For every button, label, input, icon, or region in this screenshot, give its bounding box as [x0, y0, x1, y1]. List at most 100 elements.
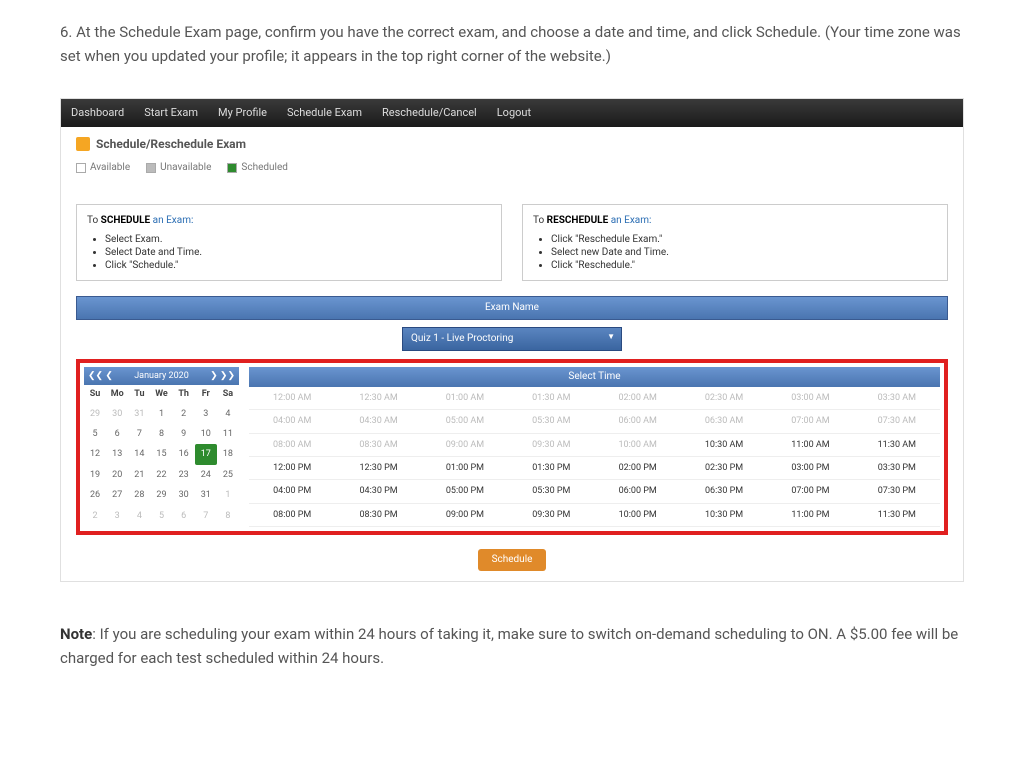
calendar-day[interactable]: 31 — [195, 485, 217, 505]
calendar-day[interactable]: 16 — [173, 444, 195, 464]
calendar-day[interactable]: 7 — [195, 506, 217, 526]
calendar-day[interactable]: 1 — [150, 404, 172, 424]
time-slot[interactable]: 01:30 PM — [508, 457, 594, 480]
calendar-day[interactable]: 3 — [106, 506, 128, 526]
calendar-day[interactable]: 18 — [217, 444, 239, 464]
calendar-day[interactable]: 29 — [84, 404, 106, 424]
time-slot[interactable]: 06:30 PM — [681, 480, 767, 503]
note-paragraph: Note: If you are scheduling your exam wi… — [60, 622, 964, 670]
time-slot[interactable]: 11:00 PM — [767, 504, 853, 527]
calendar-day[interactable]: 21 — [128, 465, 150, 485]
nav-item[interactable]: Reschedule/Cancel — [382, 104, 477, 122]
time-slot[interactable]: 08:30 PM — [335, 504, 421, 527]
nav-item[interactable]: Logout — [497, 104, 531, 122]
nav-item[interactable]: Start Exam — [144, 104, 198, 122]
calendar-day[interactable]: 27 — [106, 485, 128, 505]
nav-bar: Dashboard Start Exam My Profile Schedule Ex… — [61, 99, 963, 127]
calendar-day[interactable]: 2 — [84, 506, 106, 526]
legend: Available Unavailable Scheduled — [76, 160, 948, 176]
calendar-day[interactable]: 30 — [173, 485, 195, 505]
time-slot: 09:30 AM — [508, 434, 594, 457]
time-slot: 04:30 AM — [335, 410, 421, 433]
calendar-day[interactable]: 20 — [106, 465, 128, 485]
calendar-day[interactable]: 8 — [217, 506, 239, 526]
calendar-month: January 2020 — [134, 369, 189, 383]
nav-item[interactable]: My Profile — [218, 104, 267, 122]
calendar-day[interactable]: 22 — [150, 465, 172, 485]
schedule-instructions: To SCHEDULE an Exam: Select Exam.Select … — [76, 204, 502, 281]
time-slot[interactable]: 02:00 PM — [595, 457, 681, 480]
time-slot: 05:30 AM — [508, 410, 594, 433]
time-slot[interactable]: 08:00 PM — [249, 504, 335, 527]
time-slot[interactable]: 01:00 PM — [422, 457, 508, 480]
calendar-day[interactable]: 1 — [217, 485, 239, 505]
time-slot[interactable]: 05:30 PM — [508, 480, 594, 503]
calendar-day[interactable]: 19 — [84, 465, 106, 485]
panel-title: Schedule/Reschedule Exam — [76, 135, 948, 154]
calendar-day[interactable]: 3 — [195, 404, 217, 424]
exam-dropdown[interactable]: Quiz 1 - Live Proctoring — [402, 327, 622, 351]
calendar-day[interactable]: 11 — [217, 424, 239, 444]
panel-title-text: Schedule/Reschedule Exam — [96, 135, 246, 154]
time-slot[interactable]: 05:00 PM — [422, 480, 508, 503]
calendar-dow: Sa — [217, 385, 239, 403]
nav-item[interactable]: Schedule Exam — [287, 104, 362, 122]
legend-available: Available — [76, 160, 130, 176]
calendar-day[interactable]: 26 — [84, 485, 106, 505]
calendar-day[interactable]: 2 — [173, 404, 195, 424]
calendar-day[interactable]: 28 — [128, 485, 150, 505]
calendar-day[interactable]: 9 — [173, 424, 195, 444]
calendar-day[interactable]: 31 — [128, 404, 150, 424]
calendar-day[interactable]: 14 — [128, 444, 150, 464]
time-slot[interactable]: 04:30 PM — [335, 480, 421, 503]
calendar-day[interactable]: 7 — [128, 424, 150, 444]
calendar-next[interactable]: ❯ ❯❯ — [210, 369, 235, 383]
time-slot[interactable]: 06:00 PM — [595, 480, 681, 503]
calendar-day[interactable]: 29 — [150, 485, 172, 505]
calendar-day[interactable]: 25 — [217, 465, 239, 485]
calendar-prev[interactable]: ❮❮ ❮ — [88, 369, 113, 383]
time-slot[interactable]: 11:30 PM — [854, 504, 940, 527]
schedule-button[interactable]: Schedule — [478, 549, 547, 571]
time-slot[interactable]: 10:30 AM — [681, 434, 767, 457]
calendar-day[interactable]: 4 — [128, 506, 150, 526]
time-slot: 08:30 AM — [335, 434, 421, 457]
calendar-day[interactable]: 10 — [195, 424, 217, 444]
calendar: ❮❮ ❮ January 2020 ❯ ❯❯ SuMoTuWeThFrSa293… — [84, 367, 239, 527]
time-slot: 01:00 AM — [422, 387, 508, 410]
calendar-day[interactable]: 30 — [106, 404, 128, 424]
calendar-day[interactable]: 23 — [173, 465, 195, 485]
calendar-day[interactable]: 13 — [106, 444, 128, 464]
time-slot[interactable]: 07:30 PM — [854, 480, 940, 503]
time-slot[interactable]: 11:30 AM — [854, 434, 940, 457]
calendar-day[interactable]: 6 — [173, 506, 195, 526]
time-slot[interactable]: 10:30 PM — [681, 504, 767, 527]
time-slot[interactable]: 12:00 PM — [249, 457, 335, 480]
calendar-day[interactable]: 6 — [106, 424, 128, 444]
time-slot[interactable]: 02:30 PM — [681, 457, 767, 480]
calendar-dow: Mo — [106, 385, 128, 403]
calendar-day[interactable]: 5 — [84, 424, 106, 444]
schedule-icon — [76, 137, 90, 151]
time-slot[interactable]: 04:00 PM — [249, 480, 335, 503]
time-slot[interactable]: 09:30 PM — [508, 504, 594, 527]
calendar-day[interactable]: 12 — [84, 444, 106, 464]
calendar-day[interactable]: 5 — [150, 506, 172, 526]
time-slot[interactable]: 12:30 PM — [335, 457, 421, 480]
nav-item[interactable]: Dashboard — [71, 104, 124, 122]
calendar-day[interactable]: 8 — [150, 424, 172, 444]
time-slot: 07:00 AM — [767, 410, 853, 433]
time-slot[interactable]: 03:30 PM — [854, 457, 940, 480]
time-slot[interactable]: 09:00 PM — [422, 504, 508, 527]
time-slot[interactable]: 07:00 PM — [767, 480, 853, 503]
time-slot[interactable]: 03:00 PM — [767, 457, 853, 480]
reschedule-instructions: To RESCHEDULE an Exam: Click "Reschedule… — [522, 204, 948, 281]
time-slot: 01:30 AM — [508, 387, 594, 410]
time-slot[interactable]: 11:00 AM — [767, 434, 853, 457]
calendar-day[interactable]: 17 — [195, 444, 217, 464]
calendar-day[interactable]: 15 — [150, 444, 172, 464]
time-slot: 08:00 AM — [249, 434, 335, 457]
calendar-day[interactable]: 4 — [217, 404, 239, 424]
time-slot[interactable]: 10:00 PM — [595, 504, 681, 527]
calendar-day[interactable]: 24 — [195, 465, 217, 485]
